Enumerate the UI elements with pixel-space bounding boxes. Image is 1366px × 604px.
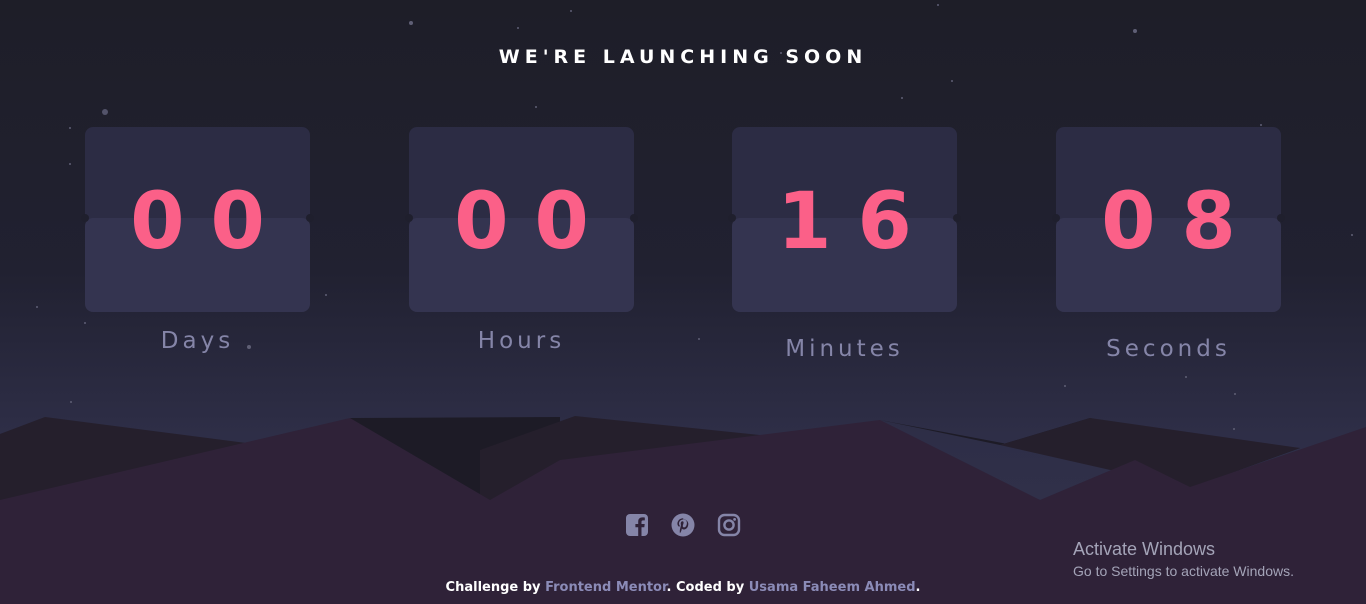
star bbox=[570, 10, 572, 12]
star bbox=[36, 306, 38, 308]
attribution-prefix: Challenge by bbox=[445, 580, 546, 595]
windows-activation-watermark: Activate Windows Go to Settings to activ… bbox=[1073, 538, 1294, 581]
star bbox=[1133, 29, 1137, 33]
star bbox=[409, 21, 413, 25]
social-links bbox=[625, 513, 741, 537]
star bbox=[1185, 376, 1187, 378]
seconds-value: 08 bbox=[1101, 177, 1262, 267]
attribution-suffix: . bbox=[915, 580, 921, 595]
star bbox=[517, 27, 519, 29]
star bbox=[69, 127, 71, 129]
minutes-label: Minutes bbox=[785, 336, 904, 362]
days-label: Days bbox=[160, 328, 235, 354]
star bbox=[901, 97, 903, 99]
hours-label: Hours bbox=[477, 328, 566, 354]
star bbox=[1351, 234, 1353, 236]
minutes-flip-card: 16 bbox=[728, 127, 961, 312]
activate-windows-subtitle: Go to Settings to activate Windows. bbox=[1073, 563, 1294, 579]
star bbox=[69, 163, 71, 165]
days-value: 00 bbox=[130, 177, 291, 267]
seconds-label: Seconds bbox=[1106, 336, 1231, 362]
star bbox=[698, 338, 700, 340]
hours-flip-card: 00 bbox=[405, 127, 638, 312]
author-link[interactable]: Usama Faheem Ahmed bbox=[749, 580, 916, 595]
facebook-icon[interactable] bbox=[625, 513, 649, 537]
star bbox=[1234, 393, 1236, 395]
star bbox=[535, 106, 537, 108]
star bbox=[102, 109, 108, 115]
star bbox=[325, 294, 327, 296]
star bbox=[1260, 124, 1262, 126]
page-title: WE'RE LAUNCHING SOON bbox=[498, 46, 868, 68]
seconds-flip-card: 08 bbox=[1052, 127, 1285, 312]
star bbox=[84, 322, 86, 324]
pinterest-icon[interactable] bbox=[671, 513, 695, 537]
hours-value: 00 bbox=[454, 177, 615, 267]
star bbox=[951, 80, 953, 82]
attribution-middle: . Coded by bbox=[666, 580, 749, 595]
star bbox=[937, 4, 939, 6]
frontend-mentor-link[interactable]: Frontend Mentor bbox=[545, 580, 666, 595]
star bbox=[1064, 385, 1066, 387]
attribution-footer: Challenge by Frontend Mentor. Coded by U… bbox=[0, 580, 1366, 595]
activate-windows-title: Activate Windows bbox=[1073, 539, 1216, 559]
instagram-icon[interactable] bbox=[717, 513, 741, 537]
minutes-value: 16 bbox=[777, 177, 938, 267]
days-flip-card: 00 bbox=[81, 127, 314, 312]
